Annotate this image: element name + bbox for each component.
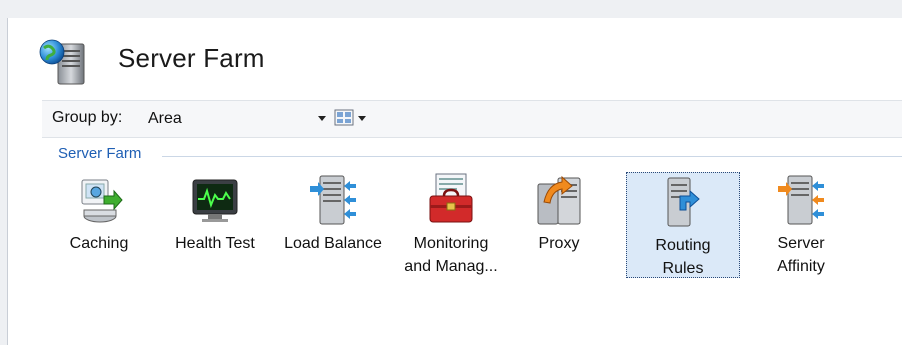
group-header: Server Farm: [42, 144, 902, 166]
feature-label: Load Balance: [284, 235, 382, 252]
caching-icon: [81, 179, 123, 223]
feature-caching[interactable]: Caching: [58, 170, 140, 280]
chevron-down-icon: [358, 116, 366, 121]
window-top-strip: [0, 0, 902, 18]
feature-health-test[interactable]: Health Test: [164, 170, 266, 280]
view-mode-button[interactable]: [334, 107, 368, 129]
page-title: Server Farm: [118, 43, 265, 73]
chevron-down-icon: [318, 116, 326, 121]
monitoring-toolbox-icon: [429, 173, 473, 223]
feature-monitoring-and-management[interactable]: Monitoring and Manag...: [396, 170, 506, 280]
feature-label: Server Affinity: [756, 232, 846, 278]
feature-server-affinity[interactable]: Server Affinity: [756, 170, 846, 280]
server-affinity-icon: [778, 175, 824, 225]
group-by-dropdown[interactable]: Area: [146, 104, 330, 132]
feature-label-line2: Rules: [662, 260, 704, 277]
view-mode-icon: [334, 109, 354, 126]
feature-label: Health Test: [175, 235, 255, 252]
load-balance-icon: [310, 175, 356, 225]
feature-routing-rules[interactable]: Routing Rules: [626, 172, 740, 278]
feature-label-line2: and Manag...: [404, 258, 498, 275]
feature-label-line1: Server: [777, 235, 825, 252]
feature-label: Proxy: [538, 235, 580, 252]
feature-label-line1: Monitoring: [413, 235, 489, 252]
feature-label: Caching: [69, 235, 129, 252]
page-header: Server Farm: [8, 18, 902, 100]
feature-proxy[interactable]: Proxy: [522, 170, 596, 280]
group-title: Server Farm: [58, 145, 142, 162]
feature-load-balance[interactable]: Load Balance: [274, 170, 392, 280]
routing-rules-icon: [667, 177, 700, 227]
proxy-icon: [537, 175, 581, 225]
feature-label: Monitoring and Manag...: [396, 232, 506, 278]
features-view-panel: Server Farm Group by: Area Server Farm C…: [8, 18, 902, 345]
feature-label-line2: Affinity: [777, 258, 825, 275]
feature-label-line1: Routing: [655, 237, 711, 254]
group-divider: [162, 156, 902, 157]
group-by-label: Group by:: [52, 109, 123, 126]
health-test-icon: [192, 179, 238, 222]
feature-label: Routing Rules: [626, 234, 740, 280]
group-by-value: Area: [148, 110, 182, 127]
server-globe-icon: [39, 39, 85, 85]
group-by-toolbar: Group by: Area: [42, 100, 902, 138]
